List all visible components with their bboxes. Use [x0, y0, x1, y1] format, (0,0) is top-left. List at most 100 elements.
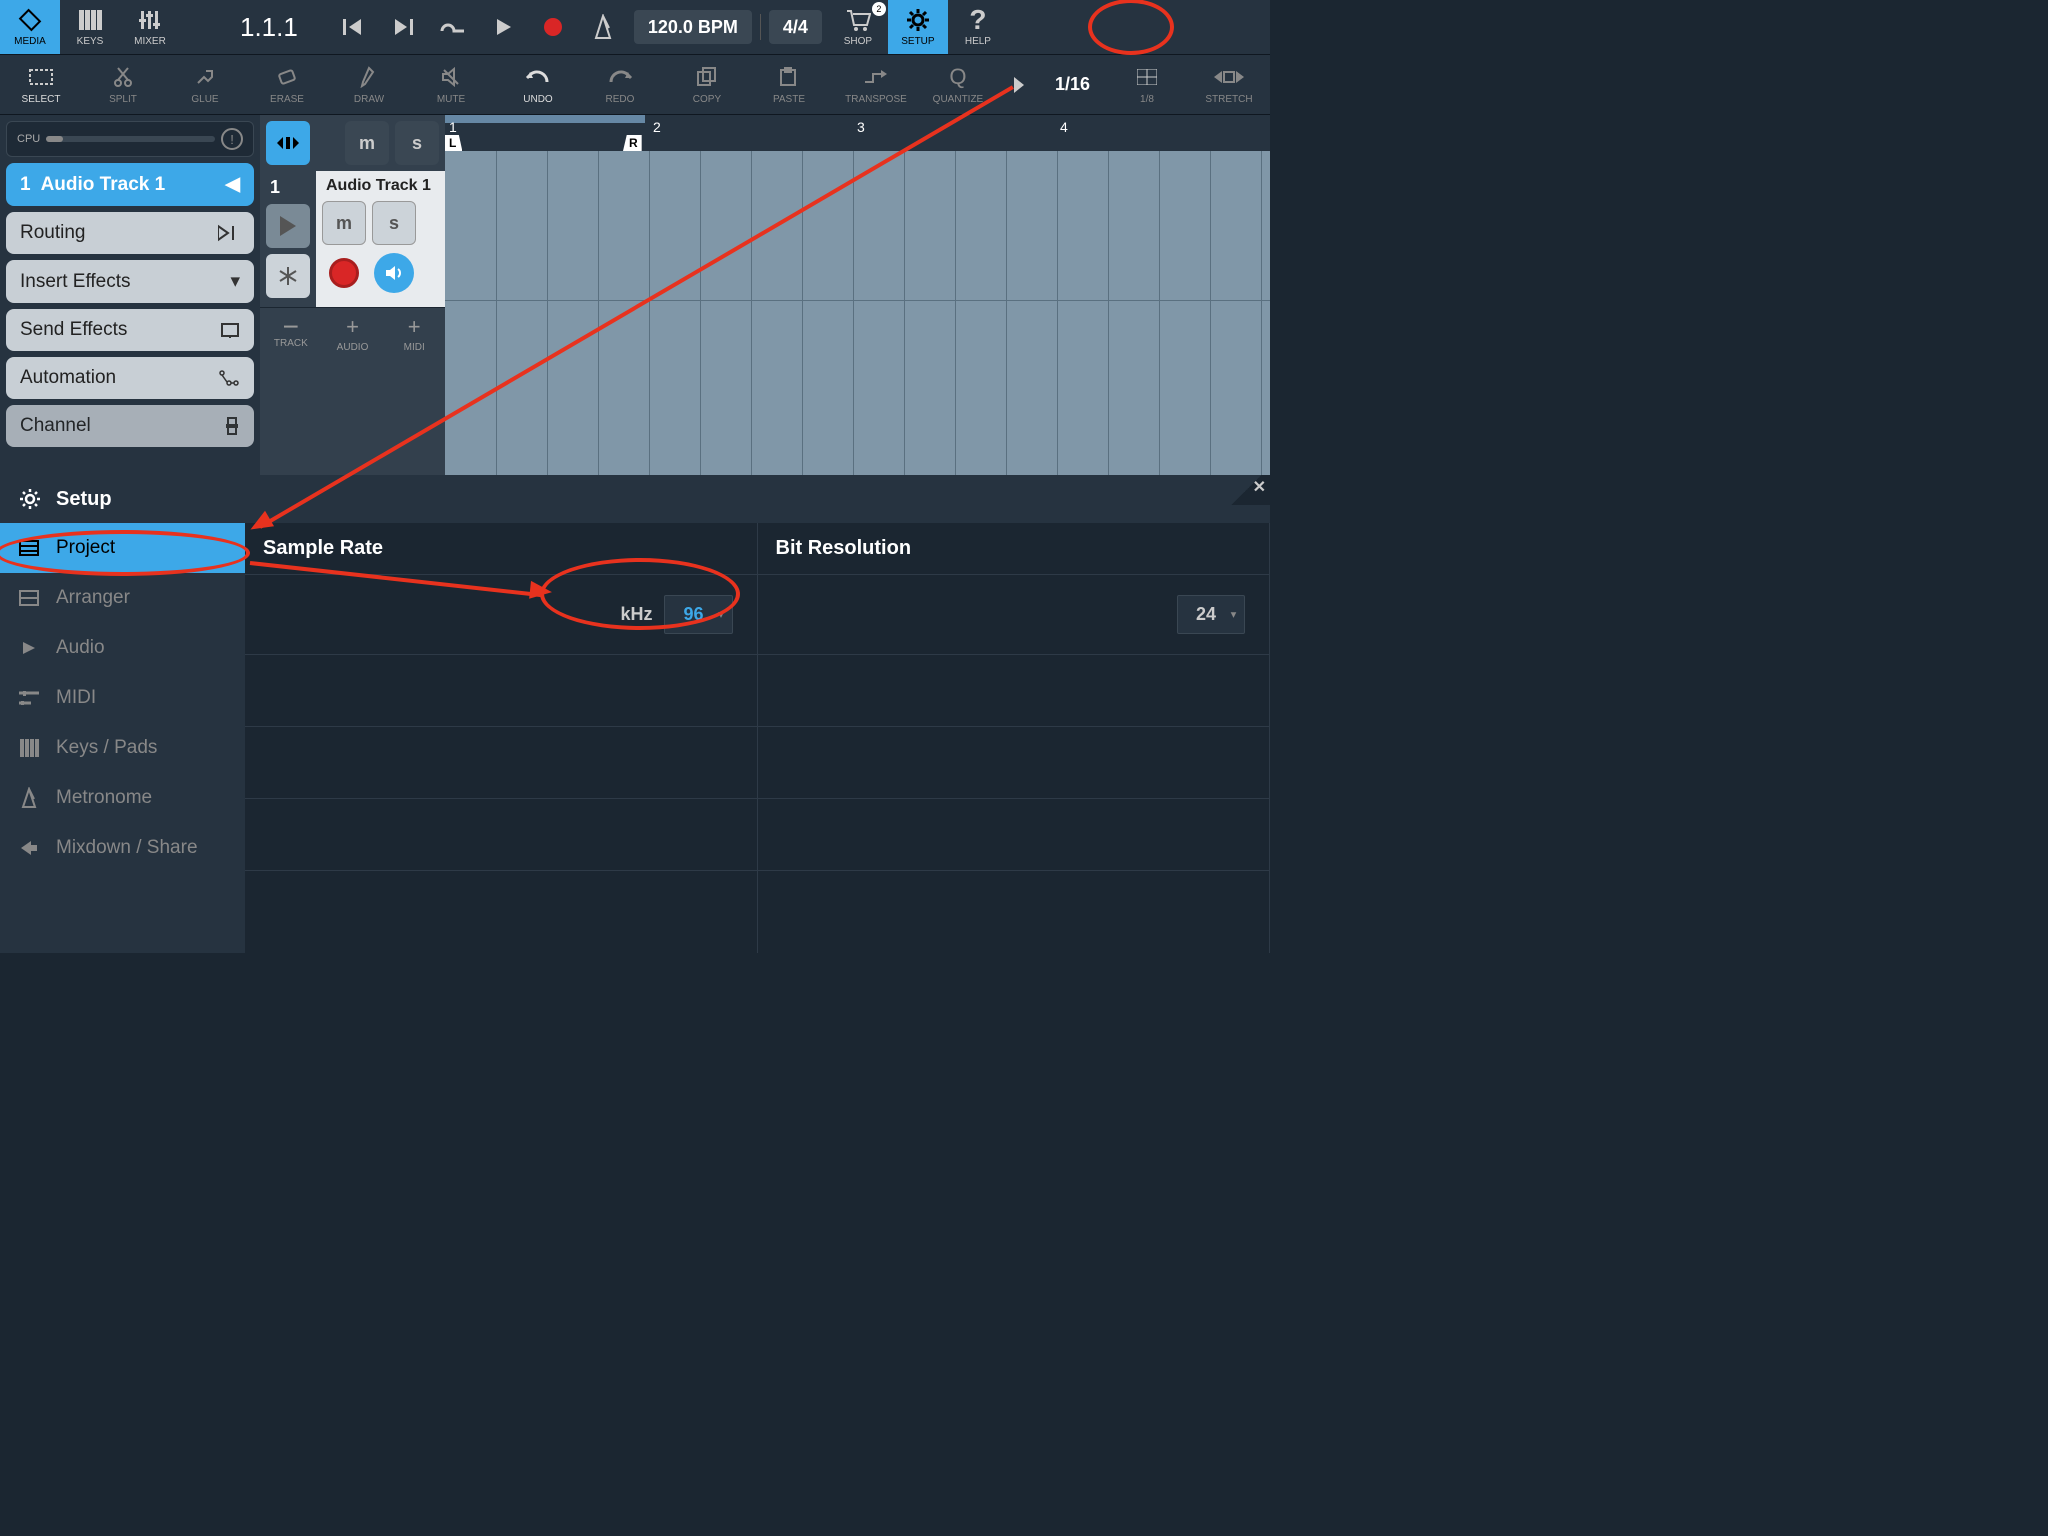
global-mute-button[interactable]: m — [345, 121, 389, 165]
speaker-icon — [374, 253, 414, 293]
shop-tab[interactable]: SHOP 2 — [828, 0, 888, 54]
cpu-meter[interactable]: CPU ! — [6, 121, 254, 157]
send-icon — [220, 322, 240, 338]
setup-nav-metronome[interactable]: Metronome — [0, 773, 245, 823]
track-monitor-button[interactable] — [372, 251, 416, 295]
top-toolbar: MEDIA KEYS MIXER 1.1.1 120.0 BPM 4/4 SHO… — [0, 0, 1270, 55]
inspector-panel: CPU ! 1 Audio Track 1 ◀ Routing Insert E… — [0, 115, 260, 475]
mixer-icon — [138, 7, 162, 33]
record-icon — [329, 258, 359, 288]
erase-tool[interactable]: ERASE — [246, 55, 328, 114]
quantize-icon: Q — [949, 64, 966, 90]
global-solo-button[interactable]: s — [395, 121, 439, 165]
setup-tab[interactable]: SETUP — [888, 0, 948, 54]
time-signature-display[interactable]: 4/4 — [769, 10, 822, 44]
ruler[interactable]: 1 2 3 4 L R — [445, 115, 1270, 151]
cart-icon — [845, 7, 871, 33]
split-tool[interactable]: SPLIT — [82, 55, 164, 114]
undo-button[interactable]: UNDO — [497, 55, 579, 114]
stretch-button[interactable]: STRETCH — [1188, 55, 1270, 114]
timeline[interactable]: 1 2 3 4 L R — [445, 115, 1270, 475]
setup-nav-keys[interactable]: Keys / Pads — [0, 723, 245, 773]
add-track-row: − TRACK + AUDIO + MIDI — [260, 307, 445, 361]
send-effects-section[interactable]: Send Effects — [6, 309, 254, 351]
help-tab[interactable]: ? HELP — [948, 0, 1008, 54]
loop-right-marker[interactable]: R — [623, 135, 642, 151]
track-mute-button[interactable]: m — [322, 201, 366, 245]
record-button[interactable] — [528, 0, 578, 54]
setup-header: Setup — [0, 475, 1270, 523]
bit-resolution-select[interactable]: 24 — [1177, 595, 1245, 634]
quantize-button[interactable]: Q QUANTIZE — [917, 55, 999, 114]
channel-section[interactable]: Channel — [6, 405, 254, 447]
paste-icon — [778, 64, 800, 90]
track-lane[interactable] — [445, 151, 1270, 301]
mute-icon — [441, 64, 461, 90]
redo-button[interactable]: REDO — [579, 55, 661, 114]
setup-content: Sample Rate kHz 96 Bit Resolution 24 — [245, 523, 1270, 953]
setup-sidebar: Project Arranger Audio MIDI Keys / Pads … — [0, 523, 245, 953]
close-button[interactable]: ✕ — [1230, 475, 1270, 505]
routing-section[interactable]: Routing — [6, 212, 254, 254]
sample-rate-select[interactable]: 96 — [664, 595, 732, 634]
media-tab[interactable]: MEDIA — [0, 0, 60, 54]
help-icon: ? — [969, 7, 986, 33]
auto-scroll-button[interactable] — [266, 121, 310, 165]
tempo-display[interactable]: 120.0 BPM — [634, 10, 752, 44]
share-icon — [18, 839, 40, 857]
track-header[interactable]: 1 Audio Track 1 ◀ — [6, 163, 254, 206]
select-tool[interactable]: SELECT — [0, 55, 82, 114]
play-icon — [280, 216, 296, 236]
grid-8-button[interactable]: 1/8 — [1106, 55, 1188, 114]
copy-button[interactable]: COPY — [666, 55, 748, 114]
setup-nav-arranger[interactable]: Arranger — [0, 573, 245, 623]
play-button[interactable] — [478, 0, 528, 54]
remove-track-button[interactable]: − TRACK — [260, 308, 322, 361]
insert-effects-section[interactable]: Insert Effects ▾ — [6, 260, 254, 303]
add-midi-button[interactable]: + MIDI — [383, 308, 445, 361]
select-icon — [28, 64, 54, 90]
forward-button[interactable] — [378, 0, 428, 54]
setup-nav-audio[interactable]: Audio — [0, 623, 245, 673]
metronome-button[interactable] — [578, 0, 628, 54]
undo-icon — [525, 64, 551, 90]
add-audio-button[interactable]: + AUDIO — [322, 308, 384, 361]
paste-button[interactable]: PASTE — [748, 55, 830, 114]
loop-range[interactable] — [445, 115, 645, 123]
grid-16-display[interactable]: 1/16 — [1039, 55, 1106, 114]
freeze-icon — [277, 265, 299, 287]
setup-nav-midi[interactable]: MIDI — [0, 673, 245, 723]
track-list: m s 1 Audio Track 1 m s — [260, 115, 445, 475]
media-icon — [18, 7, 42, 33]
draw-tool[interactable]: DRAW — [328, 55, 410, 114]
audio-play-icon — [18, 640, 40, 656]
track-row[interactable]: Audio Track 1 m s — [316, 171, 445, 307]
loop-left-marker[interactable]: L — [445, 135, 462, 151]
record-icon — [544, 18, 562, 36]
warning-icon: ! — [221, 128, 243, 150]
routing-icon — [218, 224, 240, 242]
position-display[interactable]: 1.1.1 — [210, 0, 328, 54]
rewind-button[interactable] — [328, 0, 378, 54]
transpose-button[interactable]: TRANSPOSE — [835, 55, 917, 114]
track-freeze-button[interactable] — [266, 254, 310, 298]
track-solo-button[interactable]: s — [372, 201, 416, 245]
loop-button[interactable] — [428, 0, 478, 54]
glue-tool[interactable]: GLUE — [164, 55, 246, 114]
piano-icon — [78, 7, 102, 33]
setup-nav-mixdown[interactable]: Mixdown / Share — [0, 823, 245, 873]
main-area: CPU ! 1 Audio Track 1 ◀ Routing Insert E… — [0, 115, 1270, 475]
metronome-icon — [18, 787, 40, 809]
draw-icon — [360, 64, 378, 90]
keys-tab[interactable]: KEYS — [60, 0, 120, 54]
cpu-meter-bar — [46, 136, 215, 142]
track-play-button[interactable] — [266, 204, 310, 248]
track-record-button[interactable] — [322, 251, 366, 295]
grid-snap[interactable] — [999, 55, 1039, 114]
chevron-right-icon — [1012, 75, 1026, 95]
setup-nav-project[interactable]: Project — [0, 523, 245, 573]
mute-tool[interactable]: MUTE — [410, 55, 492, 114]
automation-section[interactable]: Automation — [6, 357, 254, 399]
glue-icon — [194, 64, 216, 90]
mixer-tab[interactable]: MIXER — [120, 0, 180, 54]
